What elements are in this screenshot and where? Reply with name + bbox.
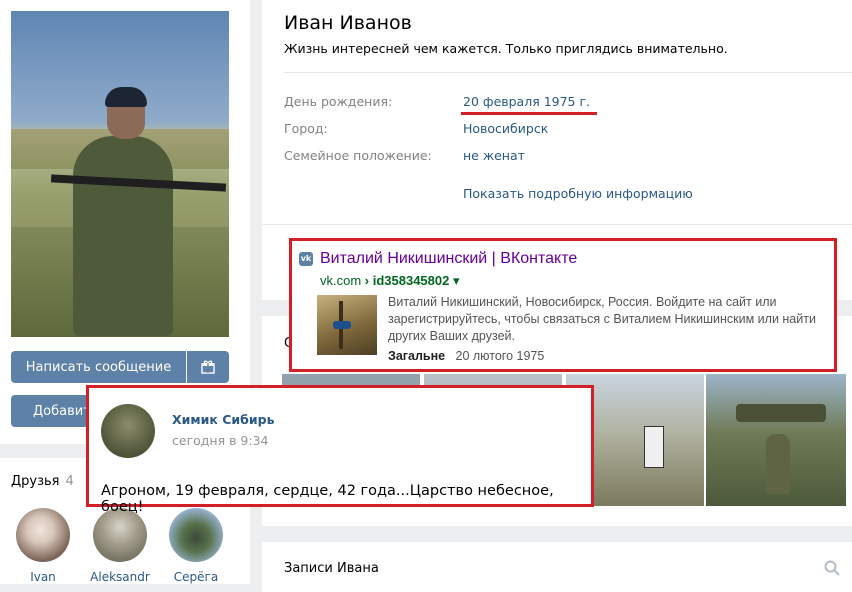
search-result-title[interactable]: Виталий Никишинский | ВКонтакте <box>320 250 577 268</box>
show-more-info-link[interactable]: Показать подробную информацию <box>463 186 693 201</box>
comment-highlight: Химик Сибирь сегодня в 9:34 Агроном, 19 … <box>86 385 594 515</box>
search-result-thumbnail[interactable] <box>317 295 377 355</box>
divider <box>284 72 852 73</box>
gift-icon <box>201 360 215 374</box>
avatar-card: Написать сообщение Добавить <box>0 0 250 444</box>
photo-thumbnail[interactable] <box>706 374 846 506</box>
page-title: Иван Иванов <box>284 12 412 34</box>
friends-title: Друзья <box>11 474 60 489</box>
comment-time[interactable]: сегодня в 9:34 <box>172 433 269 448</box>
birthday-label: День рождения: <box>284 94 393 109</box>
search-result-url[interactable]: vk.com › id358345802 ▾ <box>320 273 460 289</box>
divider <box>262 224 852 225</box>
friend-name[interactable]: Aleksandr <box>85 570 155 584</box>
gift-button[interactable] <box>187 351 229 383</box>
meta-label: Загальне <box>388 349 446 363</box>
avatar <box>93 508 147 562</box>
send-message-button[interactable]: Написать сообщение <box>11 351 186 383</box>
comment-text: Агроном, 19 февраля, сердце, 42 года...Ц… <box>101 483 554 515</box>
profile-status[interactable]: Жизнь интересней чем кажется. Только при… <box>284 41 728 56</box>
profile-photo[interactable] <box>11 11 229 337</box>
search-result-snippet: Виталий Никишинский, Новосибирск, Россия… <box>388 295 816 343</box>
friend-name[interactable]: Серёга <box>161 570 231 584</box>
avatar <box>16 508 70 562</box>
avatar[interactable] <box>101 404 155 458</box>
comment-author[interactable]: Химик Сибирь <box>172 412 274 427</box>
search-result-highlight: vk Виталий Никишинский | ВКонтакте vk.co… <box>289 238 837 372</box>
city-label: Город: <box>284 121 328 136</box>
search-icon[interactable] <box>824 560 840 576</box>
posts-title[interactable]: Записи Ивана <box>284 561 379 576</box>
url-domain: vk.com <box>320 273 362 288</box>
avatar <box>169 508 223 562</box>
friend-name[interactable]: Ivan <box>8 570 78 584</box>
search-result-meta: Загальне 20 лютого 1975 <box>388 349 544 363</box>
friends-header[interactable]: Друзья 4 <box>11 474 74 489</box>
url-path: › id358345802 <box>361 273 450 288</box>
friend-item[interactable]: Серёга <box>161 508 231 584</box>
vk-icon: vk <box>299 252 313 266</box>
friend-item[interactable]: Aleksandr <box>85 508 155 584</box>
city-value[interactable]: Новосибирск <box>463 121 548 136</box>
chevron-down-icon[interactable]: ▾ <box>449 273 460 288</box>
meta-date: 20 лютого 1975 <box>455 349 545 363</box>
relationship-label: Семейное положение: <box>284 148 432 163</box>
friends-count: 4 <box>65 474 74 489</box>
relationship-value[interactable]: не женат <box>463 148 525 163</box>
friend-item[interactable]: Ivan <box>8 508 78 584</box>
wall-posts-card: Записи Ивана <box>262 542 852 592</box>
highlight-underline <box>461 112 597 115</box>
birthday-value[interactable]: 20 февраля 1975 г. <box>463 94 590 109</box>
